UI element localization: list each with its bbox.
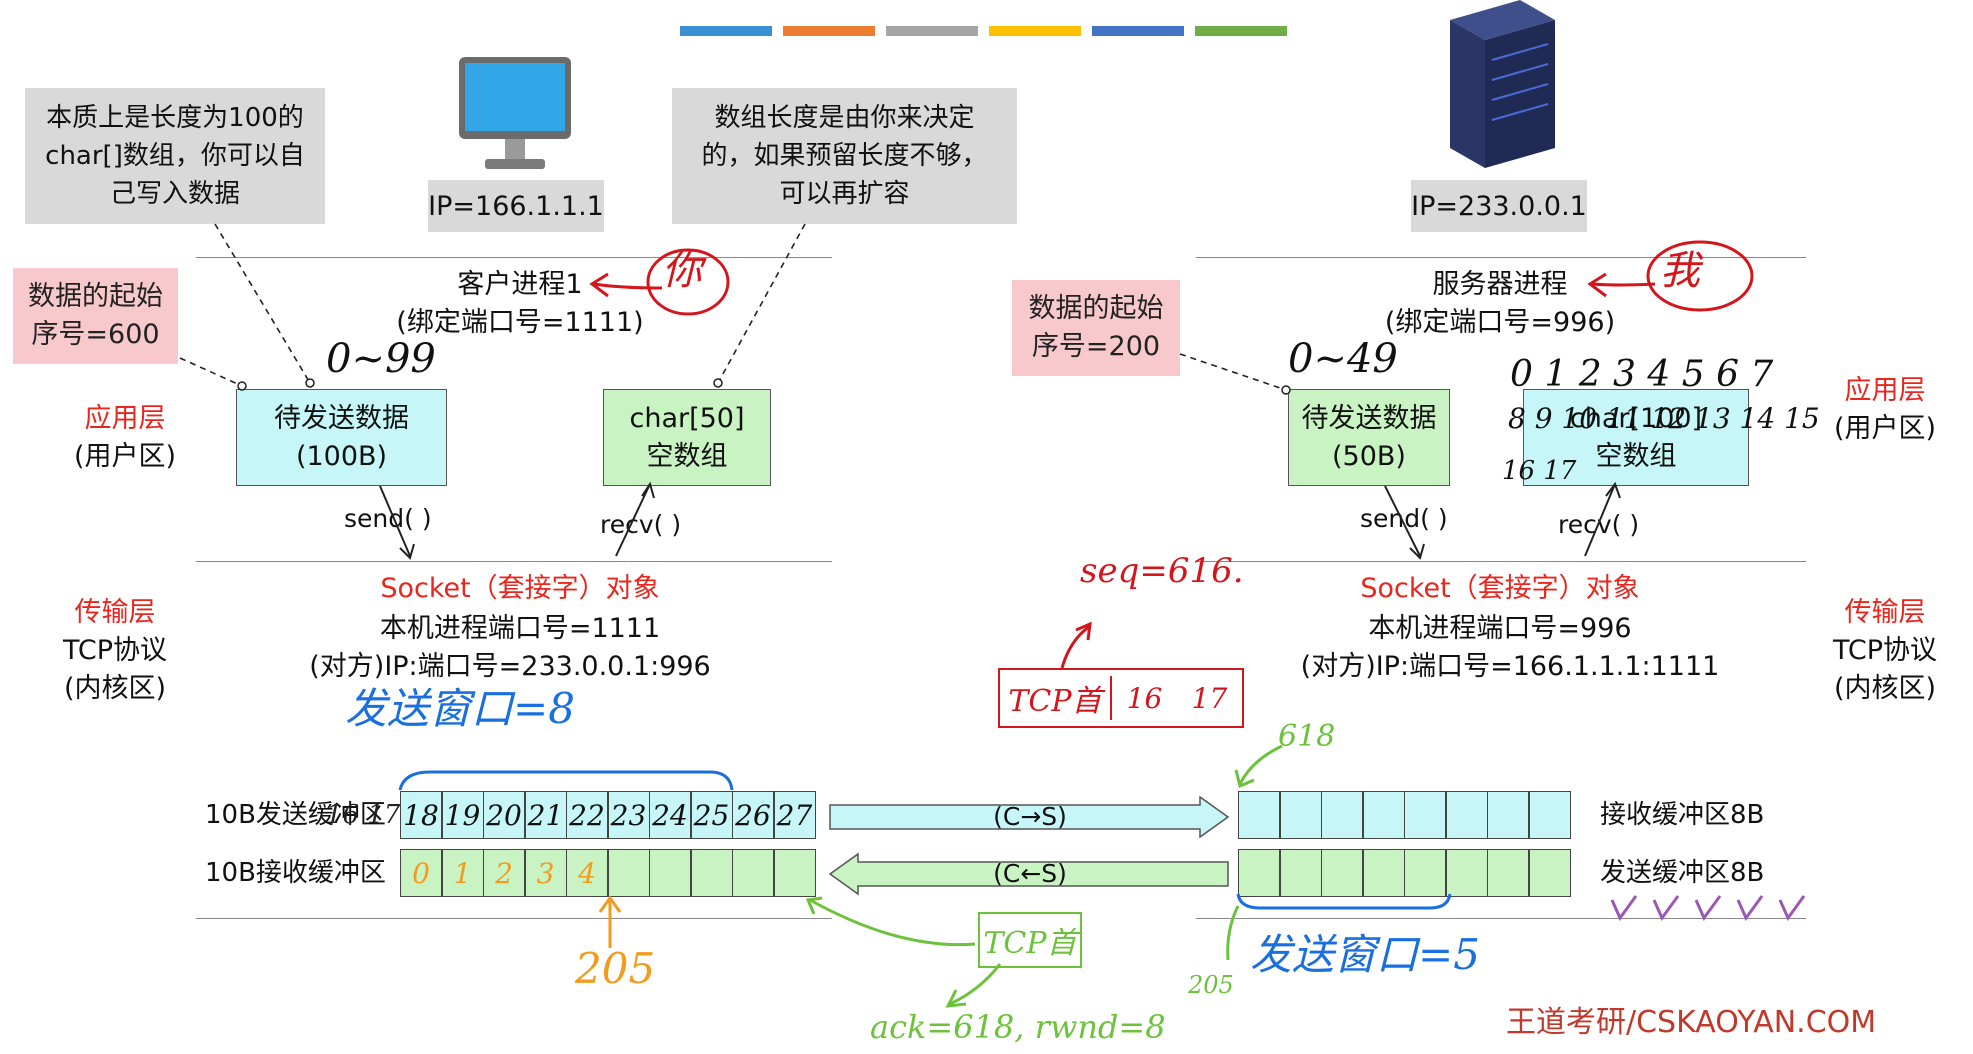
connector-lines: [179, 223, 1806, 1008]
